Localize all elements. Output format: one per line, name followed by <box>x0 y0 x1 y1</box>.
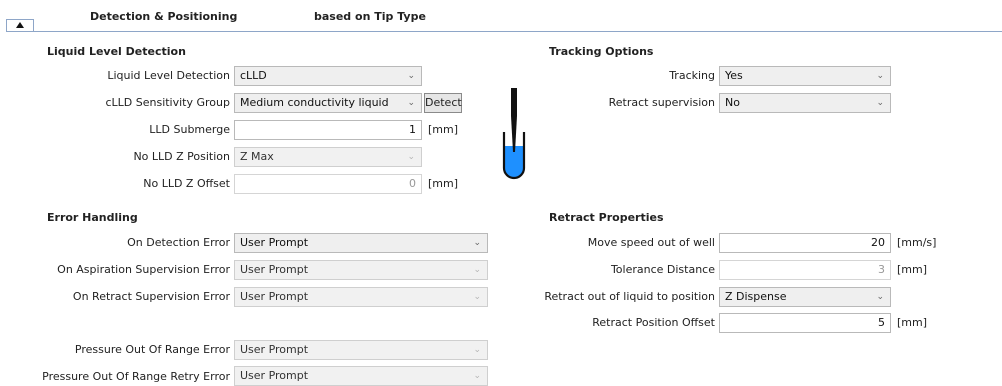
section-subtitle: based on Tip Type <box>314 10 426 23</box>
detect-button[interactable]: Detect <box>424 93 462 113</box>
clld-sensitivity-value: Medium conductivity liquid <box>240 96 389 109</box>
no-lld-z-position-value: Z Max <box>240 150 274 163</box>
on-detection-error-label: On Detection Error <box>127 236 230 249</box>
tip-in-tube-icon <box>502 88 526 180</box>
pressure-retry-error-value: User Prompt <box>240 369 309 382</box>
retract-position-label: Retract out of liquid to position <box>544 290 715 303</box>
error-handling-section-heading: Error Handling <box>47 211 138 224</box>
no-lld-z-offset-unit: [mm] <box>428 177 459 190</box>
lld-submerge-input[interactable]: 1 <box>234 120 422 140</box>
retract-supervision-label: Retract supervision <box>608 96 715 109</box>
pressure-error-select[interactable]: User Prompt ⌄ <box>234 340 488 360</box>
lld-detection-value: cLLD <box>240 69 267 82</box>
chevron-down-icon: ⌄ <box>473 292 481 302</box>
triangle-up-icon <box>16 22 24 28</box>
lld-submerge-label: LLD Submerge <box>149 123 230 136</box>
pressure-retry-error-select[interactable]: User Prompt ⌄ <box>234 366 488 386</box>
on-aspiration-error-label: On Aspiration Supervision Error <box>57 263 230 276</box>
chevron-down-icon: ⌄ <box>876 98 884 108</box>
move-speed-label: Move speed out of well <box>587 236 715 249</box>
collapse-toggle-button[interactable] <box>6 19 34 31</box>
lld-detection-select[interactable]: cLLD ⌄ <box>234 66 422 86</box>
move-speed-input[interactable]: 20 <box>719 233 891 253</box>
retract-supervision-select[interactable]: No ⌄ <box>719 93 891 113</box>
tracking-label: Tracking <box>669 69 715 82</box>
move-speed-unit: [mm/s] <box>897 236 937 249</box>
tolerance-distance-input[interactable]: 3 <box>719 260 891 280</box>
pressure-error-value: User Prompt <box>240 343 309 356</box>
retract-supervision-value: No <box>725 96 740 109</box>
chevron-down-icon: ⌄ <box>473 371 481 381</box>
chevron-down-icon: ⌄ <box>876 71 884 81</box>
tracking-select[interactable]: Yes ⌄ <box>719 66 891 86</box>
on-aspiration-error-select[interactable]: User Prompt ⌄ <box>234 260 488 280</box>
retract-offset-input[interactable]: 5 <box>719 313 891 333</box>
chevron-down-icon: ⌄ <box>473 238 481 248</box>
tracking-value: Yes <box>725 69 743 82</box>
no-lld-z-position-label: No LLD Z Position <box>133 150 230 163</box>
clld-sensitivity-select[interactable]: Medium conductivity liquid ⌄ <box>234 93 422 113</box>
retract-offset-label: Retract Position Offset <box>592 316 715 329</box>
lld-section-heading: Liquid Level Detection <box>47 45 186 58</box>
tracking-section-heading: Tracking Options <box>549 45 654 58</box>
pressure-error-label: Pressure Out Of Range Error <box>74 343 230 356</box>
chevron-down-icon: ⌄ <box>473 265 481 275</box>
tolerance-distance-label: Tolerance Distance <box>610 263 715 276</box>
chevron-down-icon: ⌄ <box>876 292 884 302</box>
no-lld-z-position-select[interactable]: Z Max ⌄ <box>234 147 422 167</box>
header-divider <box>6 31 1002 32</box>
on-detection-error-value: User Prompt <box>240 236 309 249</box>
on-retract-error-select[interactable]: User Prompt ⌄ <box>234 287 488 307</box>
on-retract-error-value: User Prompt <box>240 290 309 303</box>
retract-position-value: Z Dispense <box>725 290 787 303</box>
clld-sensitivity-label: cLLD Sensitivity Group <box>105 96 230 109</box>
lld-detection-label: Liquid Level Detection <box>107 69 230 82</box>
on-retract-error-label: On Retract Supervision Error <box>72 290 230 303</box>
retract-properties-section-heading: Retract Properties <box>549 211 664 224</box>
tolerance-distance-unit: [mm] <box>897 263 928 276</box>
retract-offset-unit: [mm] <box>897 316 928 329</box>
lld-submerge-unit: [mm] <box>428 123 459 136</box>
section-title: Detection & Positioning <box>90 10 238 23</box>
chevron-down-icon: ⌄ <box>407 98 415 108</box>
on-aspiration-error-value: User Prompt <box>240 263 309 276</box>
chevron-down-icon: ⌄ <box>473 345 481 355</box>
pressure-retry-error-label: Pressure Out Of Range Retry Error <box>42 370 230 383</box>
no-lld-z-offset-label: No LLD Z Offset <box>143 177 230 190</box>
chevron-down-icon: ⌄ <box>407 152 415 162</box>
chevron-down-icon: ⌄ <box>407 71 415 81</box>
retract-position-select[interactable]: Z Dispense ⌄ <box>719 287 891 307</box>
on-detection-error-select[interactable]: User Prompt ⌄ <box>234 233 488 253</box>
no-lld-z-offset-input[interactable]: 0 <box>234 174 422 194</box>
